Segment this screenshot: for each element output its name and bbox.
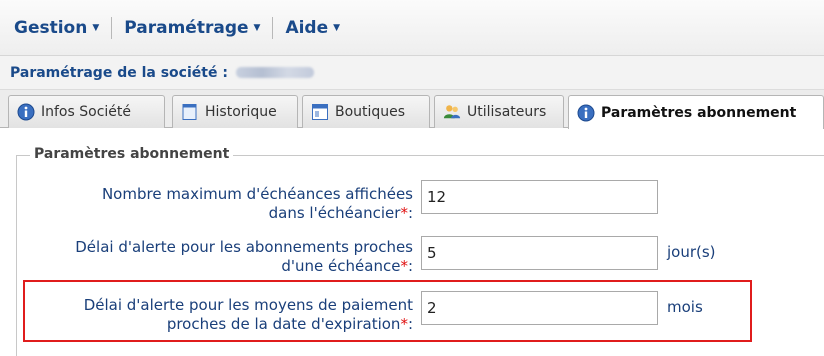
fieldset-legend: Paramètres abonnement	[30, 146, 234, 162]
menu-parametrage[interactable]: Paramétrage ▼	[120, 16, 270, 40]
menu-parametrage-label: Paramétrage	[124, 17, 249, 38]
caret-down-icon: ▼	[333, 22, 341, 33]
menu-divider	[111, 16, 113, 39]
tab-utilisateurs[interactable]: Utilisateurs	[434, 95, 564, 128]
tab-label: Infos Société	[41, 104, 131, 120]
users-icon	[443, 103, 461, 121]
delai-abonnements-input[interactable]: 5	[421, 236, 658, 270]
label-line2: d'une échéance	[281, 257, 401, 275]
redacted-company-name	[235, 67, 314, 78]
caret-down-icon: ▼	[92, 22, 100, 33]
company-header: Paramétrage de la société :	[0, 56, 824, 90]
required-marker: *	[400, 257, 408, 275]
history-icon	[181, 103, 199, 121]
unit-jours: jour(s)	[667, 243, 716, 261]
max-echeances-input[interactable]: 12	[421, 180, 658, 214]
menu-aide[interactable]: Aide ▼	[281, 16, 350, 40]
label-line1: Nombre maximum d'échéances affichées	[101, 185, 413, 203]
tab-label: Paramètres abonnement	[601, 104, 797, 121]
tab-label: Historique	[205, 104, 277, 120]
field-label-max-echeances: Nombre maximum d'échéances affichées dan…	[40, 185, 413, 223]
label-colon: :	[407, 257, 413, 275]
label-line1: Délai d'alerte pour les abonnements proc…	[75, 238, 413, 256]
tab-parametres-abonnement[interactable]: Paramètres abonnement	[568, 95, 824, 129]
top-menu-bar: Gestion ▼ Paramétrage ▼ Aide ▼	[0, 0, 824, 56]
caret-down-icon: ▼	[253, 22, 261, 33]
menu-aide-label: Aide	[285, 17, 329, 38]
tab-boutiques[interactable]: Boutiques	[302, 95, 430, 128]
tab-historique[interactable]: Historique	[172, 95, 298, 128]
tab-infos-societe[interactable]: Infos Société	[8, 95, 165, 128]
company-title: Paramétrage de la société :	[10, 64, 228, 81]
info-icon	[17, 103, 35, 121]
menu-divider	[272, 16, 274, 39]
info-icon	[577, 104, 595, 122]
required-marker: *	[400, 204, 408, 222]
shop-icon	[311, 103, 329, 121]
tab-bar: Infos Société Historique Boutiques Utili…	[0, 90, 824, 129]
field-label-delai-abonnements: Délai d'alerte pour les abonnements proc…	[20, 238, 413, 276]
highlight-box	[23, 280, 752, 342]
label-line2: dans l'échéancier	[268, 204, 401, 222]
menu-gestion-label: Gestion	[14, 17, 88, 38]
tab-label: Utilisateurs	[467, 104, 547, 120]
tab-label: Boutiques	[335, 104, 406, 120]
label-colon: :	[407, 204, 413, 222]
menu-gestion[interactable]: Gestion ▼	[10, 16, 109, 40]
